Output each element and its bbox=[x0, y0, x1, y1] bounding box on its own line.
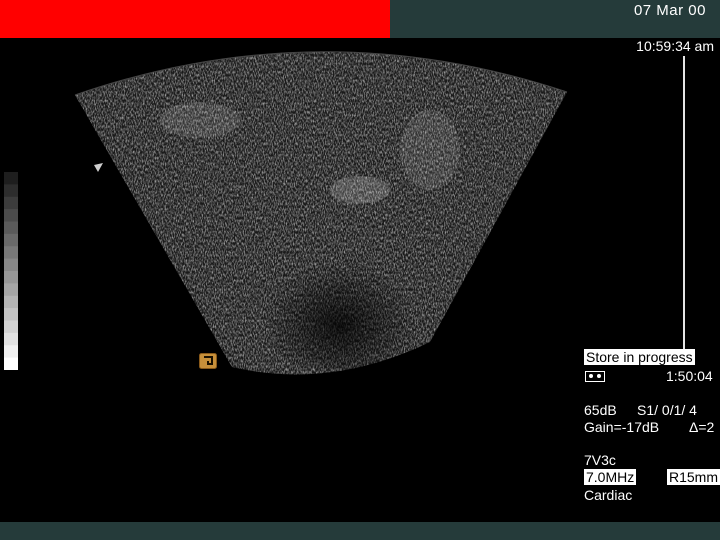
frequency-value: 7.0MHz bbox=[584, 469, 637, 485]
gain-value: Gain=-17dB bbox=[584, 419, 660, 435]
store-status-label: Store in progress bbox=[584, 349, 695, 365]
mode-label: Cardiac bbox=[584, 487, 633, 503]
frequency-label: 7.0MHz bbox=[584, 469, 637, 485]
s-setting: S1/ 0/1/ 4 bbox=[637, 402, 697, 418]
range-value: R15mm bbox=[667, 469, 720, 485]
store-status: Store in progress bbox=[584, 349, 695, 365]
dynamic-range: 65dB bbox=[584, 402, 617, 418]
store-time: 1:50:04 bbox=[666, 368, 713, 384]
orientation-marker-icon bbox=[199, 353, 217, 369]
delta-value: Δ=2 bbox=[689, 419, 715, 435]
tape-icon bbox=[585, 371, 605, 382]
transducer-label: 7V3c bbox=[584, 452, 616, 468]
footer-bar bbox=[0, 522, 720, 540]
depth-pointer-icon bbox=[94, 163, 103, 172]
range-label: R15mm bbox=[667, 469, 720, 485]
